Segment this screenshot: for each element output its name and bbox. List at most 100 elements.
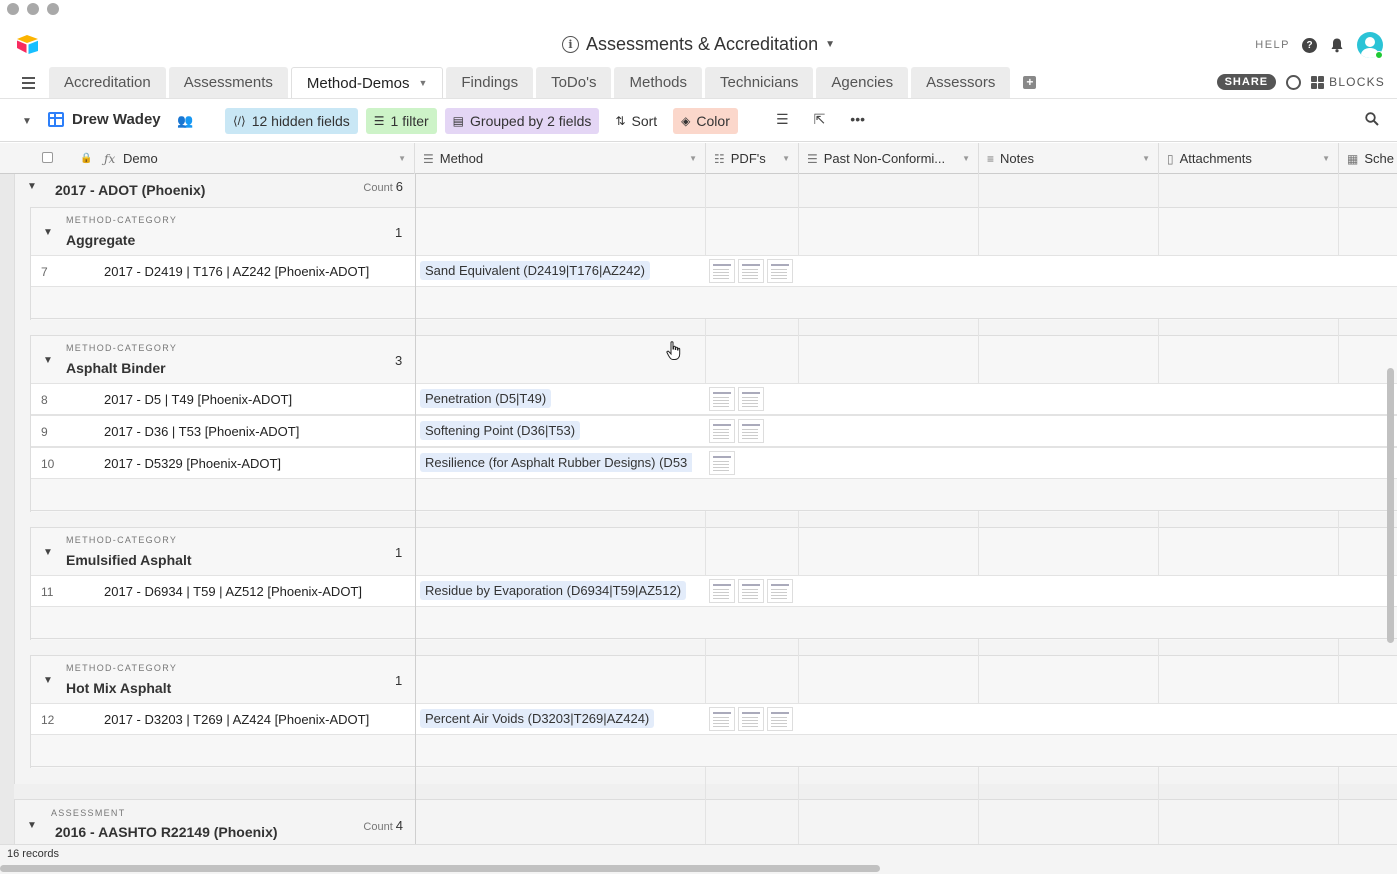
sort-button[interactable]: ⇅ Sort <box>607 108 665 134</box>
method-link-chip[interactable]: Penetration (D5|T49) <box>420 389 552 408</box>
tab-assessors[interactable]: Assessors <box>911 67 1011 98</box>
zoom-window-button[interactable] <box>47 3 59 15</box>
pdf-thumbnail[interactable] <box>738 387 764 411</box>
table-row[interactable]: 9 2017 - D36 | T53 [Phoenix-ADOT] Soften… <box>31 415 1397 447</box>
add-row-placeholder[interactable] <box>31 479 1397 511</box>
color-button[interactable]: ◈ Color <box>673 108 738 134</box>
window-controls[interactable] <box>7 3 59 15</box>
column-header-schedule[interactable]: ▦ Sche <box>1339 143 1397 174</box>
pdf-attachments[interactable] <box>709 579 793 603</box>
group-button[interactable]: ▤ Grouped by 2 fields <box>444 108 600 134</box>
pdf-thumbnail[interactable] <box>709 259 735 283</box>
method-link-chip[interactable]: Residue by Evaporation (D6934|T59|AZ512) <box>420 581 687 600</box>
pdf-thumbnail[interactable] <box>738 419 764 443</box>
pdf-thumbnail[interactable] <box>767 259 793 283</box>
collapse-group-icon[interactable]: ▼ <box>27 820 37 831</box>
demo-cell[interactable]: 2017 - D5 | T49 [Phoenix-ADOT] <box>104 392 292 407</box>
method-link-chip[interactable]: Softening Point (D36|T53) <box>420 421 581 440</box>
history-icon[interactable] <box>1286 74 1302 90</box>
vertical-scrollbar[interactable] <box>1387 368 1394 643</box>
add-row-placeholder[interactable] <box>31 607 1397 639</box>
chevron-down-icon[interactable]: ▼ <box>1142 154 1150 163</box>
table-row[interactable]: 12 2017 - D3203 | T269 | AZ424 [Phoenix-… <box>31 703 1397 735</box>
pdf-thumbnail[interactable] <box>709 387 735 411</box>
pdf-thumbnail[interactable] <box>738 707 764 731</box>
grid-view-icon[interactable] <box>48 112 64 127</box>
column-header-attachments[interactable]: ▯ Attachments ▼ <box>1159 143 1339 174</box>
add-row-placeholder[interactable] <box>31 735 1397 767</box>
help-icon[interactable]: ? <box>1302 37 1317 53</box>
tab-findings[interactable]: Findings <box>446 67 534 98</box>
filter-button[interactable]: ☰ 1 filter <box>365 108 437 134</box>
add-table-icon[interactable]: + <box>1023 76 1037 89</box>
base-title[interactable]: i Assessments & Accreditation ▼ <box>0 34 1397 55</box>
chevron-down-icon[interactable]: ▼ <box>689 154 697 163</box>
chevron-down-icon[interactable]: ▼ <box>22 116 32 127</box>
pdf-thumbnail[interactable] <box>767 707 793 731</box>
column-header-notes[interactable]: ≡ Notes ▼ <box>979 143 1159 174</box>
method-link-chip[interactable]: Percent Air Voids (D3203|T269|AZ424) <box>420 709 655 728</box>
collapse-group-icon[interactable]: ▼ <box>27 181 37 192</box>
help-label[interactable]: HELP <box>1255 39 1290 51</box>
pdf-thumbnail[interactable] <box>709 579 735 603</box>
column-header-pdfs[interactable]: ☷ PDF's ▼ <box>706 143 799 174</box>
table-row[interactable]: 11 2017 - D6934 | T59 | AZ512 [Phoenix-A… <box>31 575 1397 607</box>
method-link-chip[interactable]: Resilience (for Asphalt Rubber Designs) … <box>420 453 693 472</box>
column-header-demo[interactable]: 🔒 ƒx Demo ▼ <box>0 143 415 174</box>
tab-methods[interactable]: Methods <box>614 67 703 98</box>
chevron-down-icon[interactable]: ▼ <box>782 154 790 163</box>
blocks-button[interactable]: BLOCKS <box>1311 75 1385 89</box>
column-header-past-non-conformities[interactable]: ☰ Past Non-Conformi... ▼ <box>799 143 979 174</box>
collapse-group-icon[interactable]: ▼ <box>43 227 53 238</box>
collapse-group-icon[interactable]: ▼ <box>43 355 53 366</box>
pdf-attachments[interactable] <box>709 419 764 443</box>
close-window-button[interactable] <box>7 3 19 15</box>
chevron-down-icon[interactable]: ▼ <box>1322 154 1330 163</box>
notifications-bell-icon[interactable] <box>1329 37 1345 53</box>
pdf-thumbnail[interactable] <box>767 579 793 603</box>
pdf-thumbnail[interactable] <box>709 419 735 443</box>
collapse-group-icon[interactable]: ▼ <box>43 547 53 558</box>
demo-cell[interactable]: 2017 - D36 | T53 [Phoenix-ADOT] <box>104 424 299 439</box>
hide-fields-button[interactable]: ⟨/⟩ 12 hidden fields <box>225 108 358 134</box>
pdf-attachments[interactable] <box>709 451 735 475</box>
table-row[interactable]: 8 2017 - D5 | T49 [Phoenix-ADOT] Penetra… <box>31 383 1397 415</box>
tab-technicians[interactable]: Technicians <box>705 67 814 98</box>
pdf-thumbnail[interactable] <box>709 451 735 475</box>
demo-cell[interactable]: 2017 - D5329 [Phoenix-ADOT] <box>104 456 281 471</box>
collapse-group-icon[interactable]: ▼ <box>43 675 53 686</box>
info-icon[interactable]: i <box>561 36 579 53</box>
menu-icon[interactable] <box>22 77 35 92</box>
chevron-down-icon[interactable]: ▼ <box>962 154 970 163</box>
tab-accreditation[interactable]: Accreditation <box>49 67 166 98</box>
demo-cell[interactable]: 2017 - D3203 | T269 | AZ424 [Phoenix-ADO… <box>104 712 369 727</box>
select-all-checkbox[interactable] <box>42 152 53 163</box>
add-row-placeholder[interactable] <box>31 287 1397 319</box>
pdf-attachments[interactable] <box>709 387 764 411</box>
table-row[interactable]: 10 2017 - D5329 [Phoenix-ADOT] Resilienc… <box>31 447 1397 479</box>
chevron-down-icon[interactable]: ▼ <box>398 154 406 163</box>
tab-agencies[interactable]: Agencies <box>816 67 909 98</box>
horizontal-scrollbar[interactable] <box>0 865 880 872</box>
column-header-method[interactable]: ☰ Method ▼ <box>415 143 706 174</box>
tab-todos[interactable]: ToDo's <box>536 67 612 98</box>
minimize-window-button[interactable] <box>27 3 39 15</box>
method-link-chip[interactable]: Sand Equivalent (D2419|T176|AZ242) <box>420 261 650 280</box>
demo-cell[interactable]: 2017 - D2419 | T176 | AZ242 [Phoenix-ADO… <box>104 264 369 279</box>
pdf-thumbnail[interactable] <box>738 579 764 603</box>
tab-method-demos[interactable]: Method-Demos ▼ <box>290 67 444 98</box>
more-options-icon[interactable]: ••• <box>850 111 865 128</box>
pdf-thumbnail[interactable] <box>709 707 735 731</box>
row-height-icon[interactable]: ☰ <box>776 111 789 128</box>
table-row[interactable]: 7 2017 - D2419 | T176 | AZ242 [Phoenix-A… <box>31 255 1397 287</box>
pdf-attachments[interactable] <box>709 707 793 731</box>
chevron-down-icon[interactable]: ▼ <box>418 78 427 88</box>
demo-cell[interactable]: 2017 - D6934 | T59 | AZ512 [Phoenix-ADOT… <box>104 584 362 599</box>
share-button[interactable]: SHARE <box>1216 74 1277 90</box>
tab-assessments[interactable]: Assessments <box>168 67 288 98</box>
view-name[interactable]: Drew Wadey <box>72 111 161 128</box>
search-icon[interactable] <box>1365 112 1379 126</box>
pdf-thumbnail[interactable] <box>738 259 764 283</box>
pdf-attachments[interactable] <box>709 259 793 283</box>
share-view-icon[interactable]: ⇱ <box>814 111 826 128</box>
